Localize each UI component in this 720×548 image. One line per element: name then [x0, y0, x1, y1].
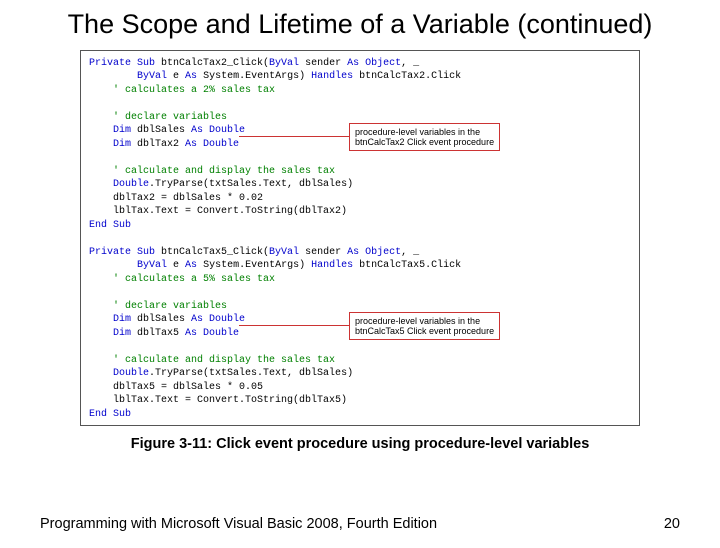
- callout-text: procedure-level variables in the: [355, 127, 480, 137]
- code-line: ' calculate and display the sales tax: [89, 165, 631, 179]
- code-line: Private Sub btnCalcTax2_Click(ByVal send…: [89, 57, 631, 71]
- footer-page-number: 20: [664, 516, 680, 532]
- callout-text: btnCalcTax2 Click event procedure: [355, 137, 494, 147]
- callout-text: procedure-level variables in the: [355, 316, 480, 326]
- callout-box-proc2: procedure-level variables in the btnCalc…: [349, 312, 500, 341]
- callout-text: btnCalcTax5 Click event procedure: [355, 326, 494, 336]
- callout-connector: [239, 136, 349, 137]
- code-line: ByVal e As System.EventArgs) Handles btn…: [89, 70, 631, 84]
- code-line: Double.TryParse(txtSales.Text, dblSales): [89, 367, 631, 381]
- slide-title: The Scope and Lifetime of a Variable (co…: [40, 8, 680, 42]
- code-line: Private Sub btnCalcTax5_Click(ByVal send…: [89, 246, 631, 260]
- code-line: End Sub: [89, 408, 631, 422]
- code-line: [89, 232, 631, 246]
- callout-connector: [239, 325, 349, 326]
- code-line: lblTax.Text = Convert.ToString(dblTax5): [89, 394, 631, 408]
- code-line: lblTax.Text = Convert.ToString(dblTax2): [89, 205, 631, 219]
- code-line: [89, 151, 631, 165]
- code-line: ' calculate and display the sales tax: [89, 354, 631, 368]
- code-line: End Sub: [89, 219, 631, 233]
- footer-book-title: Programming with Microsoft Visual Basic …: [40, 516, 437, 532]
- figure-caption: Figure 3-11: Click event procedure using…: [40, 436, 680, 452]
- code-line: ' calculates a 5% sales tax: [89, 273, 631, 287]
- code-line: [89, 286, 631, 300]
- code-line: [89, 340, 631, 354]
- code-line: ' calculates a 2% sales tax: [89, 84, 631, 98]
- code-line: ByVal e As System.EventArgs) Handles btn…: [89, 259, 631, 273]
- slide-footer: Programming with Microsoft Visual Basic …: [40, 516, 680, 532]
- callout-box-proc1: procedure-level variables in the btnCalc…: [349, 123, 500, 152]
- code-line: Double.TryParse(txtSales.Text, dblSales): [89, 178, 631, 192]
- code-line: dblTax5 = dblSales * 0.05: [89, 381, 631, 395]
- code-figure: Private Sub btnCalcTax2_Click(ByVal send…: [80, 50, 640, 427]
- code-line: dblTax2 = dblSales * 0.02: [89, 192, 631, 206]
- code-line: [89, 97, 631, 111]
